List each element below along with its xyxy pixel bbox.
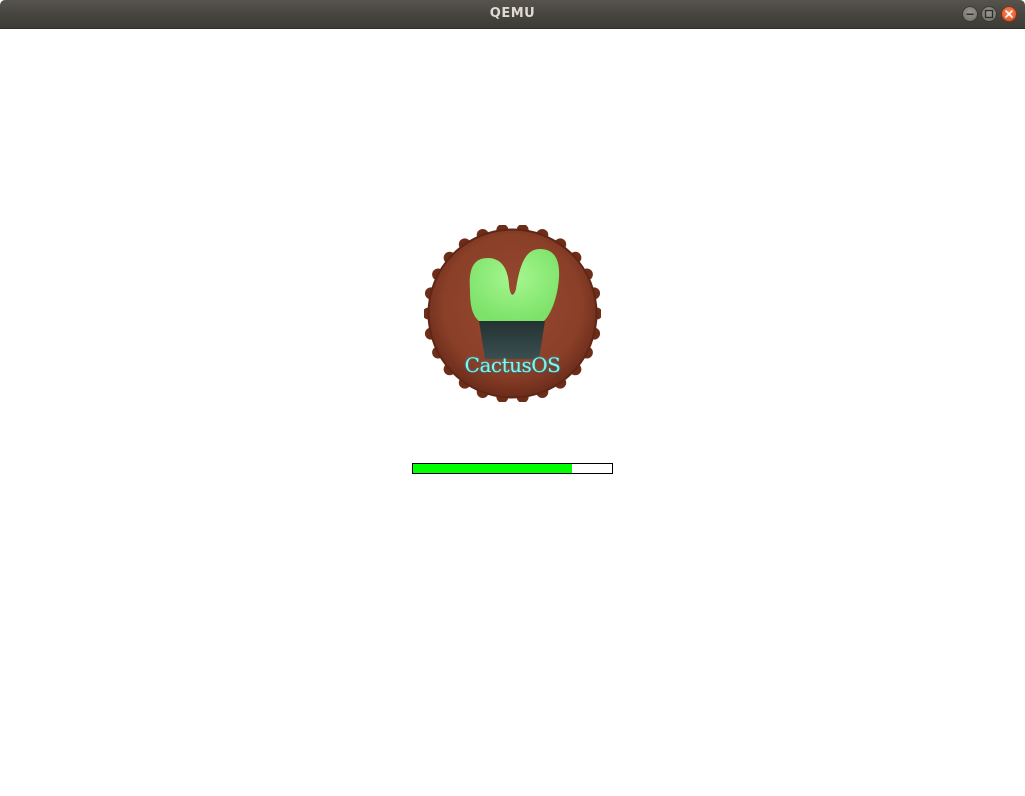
maximize-icon [984, 9, 994, 19]
title-bar[interactable]: QEMU [0, 0, 1025, 29]
minimize-button[interactable] [962, 6, 978, 22]
close-icon [1005, 10, 1013, 18]
qemu-window: QEMU CactusOS [0, 0, 1025, 796]
maximize-button[interactable] [981, 6, 997, 22]
boot-progress-bar [412, 463, 613, 474]
minimize-icon [966, 13, 974, 15]
logo-text: CactusOS [464, 353, 561, 377]
vm-display[interactable]: CactusOS [0, 29, 1025, 796]
boot-progress-fill [413, 464, 572, 473]
window-title: QEMU [489, 6, 536, 21]
close-button[interactable] [1001, 6, 1017, 22]
